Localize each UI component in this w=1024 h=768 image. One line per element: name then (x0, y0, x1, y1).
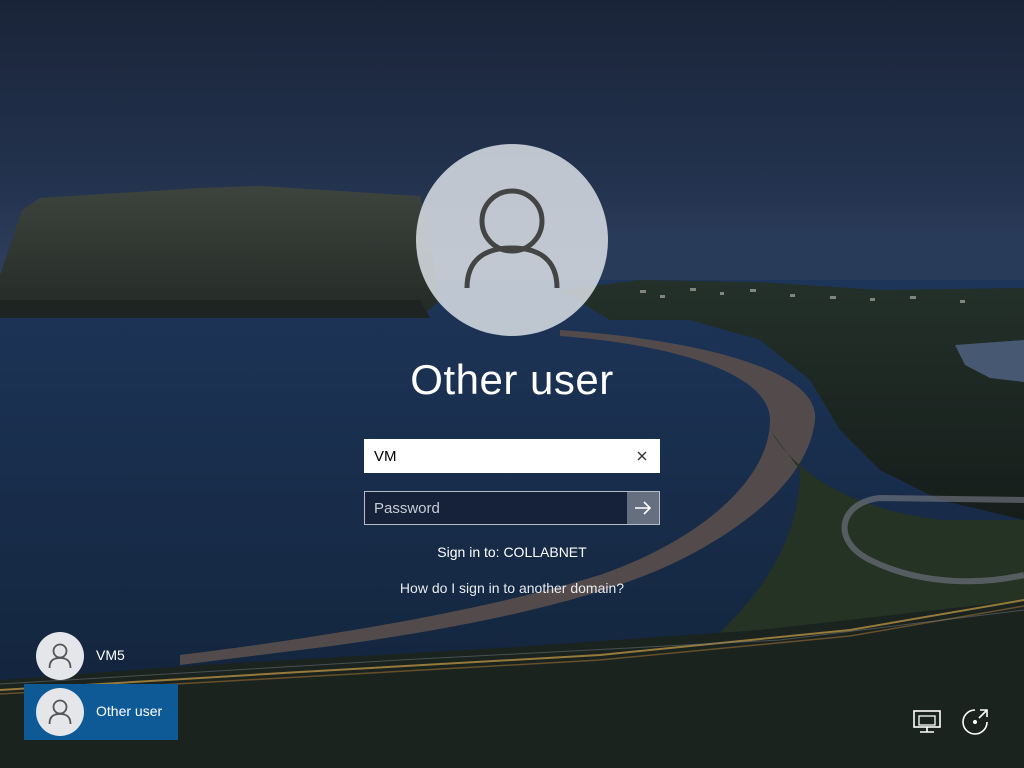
network-icon (913, 710, 941, 733)
user-name-title: Other user (410, 356, 614, 403)
username-input[interactable] (374, 440, 624, 472)
user-avatar-icon (464, 188, 560, 289)
ease-of-access-button[interactable] (958, 706, 992, 738)
password-input[interactable] (374, 492, 624, 524)
username-field-container (364, 439, 660, 473)
clear-x-icon (637, 451, 647, 461)
sign-in-to-domain: Sign in to: COLLABNET (437, 544, 587, 560)
clear-button[interactable] (633, 447, 651, 465)
user-tile-avatar (36, 632, 84, 680)
user-tile-avatar (36, 688, 84, 736)
submit-button[interactable] (627, 492, 659, 524)
network-button[interactable] (910, 706, 944, 738)
lock-screen: Other user Sign in to: COLLABNET How do … (0, 0, 1024, 768)
user-avatar-icon (48, 643, 72, 669)
domain-help-link[interactable]: How do I sign in to another domain? (312, 580, 712, 596)
user-tile-vm5[interactable]: VM5 (24, 628, 178, 684)
user-avatar-icon (48, 699, 72, 725)
ease-of-access-icon (962, 709, 988, 735)
user-tile-other-user[interactable]: Other user (24, 684, 178, 740)
user-tile-name: VM5 (96, 647, 125, 663)
user-avatar (416, 144, 608, 336)
arrow-right-icon (635, 501, 652, 515)
password-field-container (364, 491, 660, 525)
user-tile-name: Other user (96, 703, 163, 719)
